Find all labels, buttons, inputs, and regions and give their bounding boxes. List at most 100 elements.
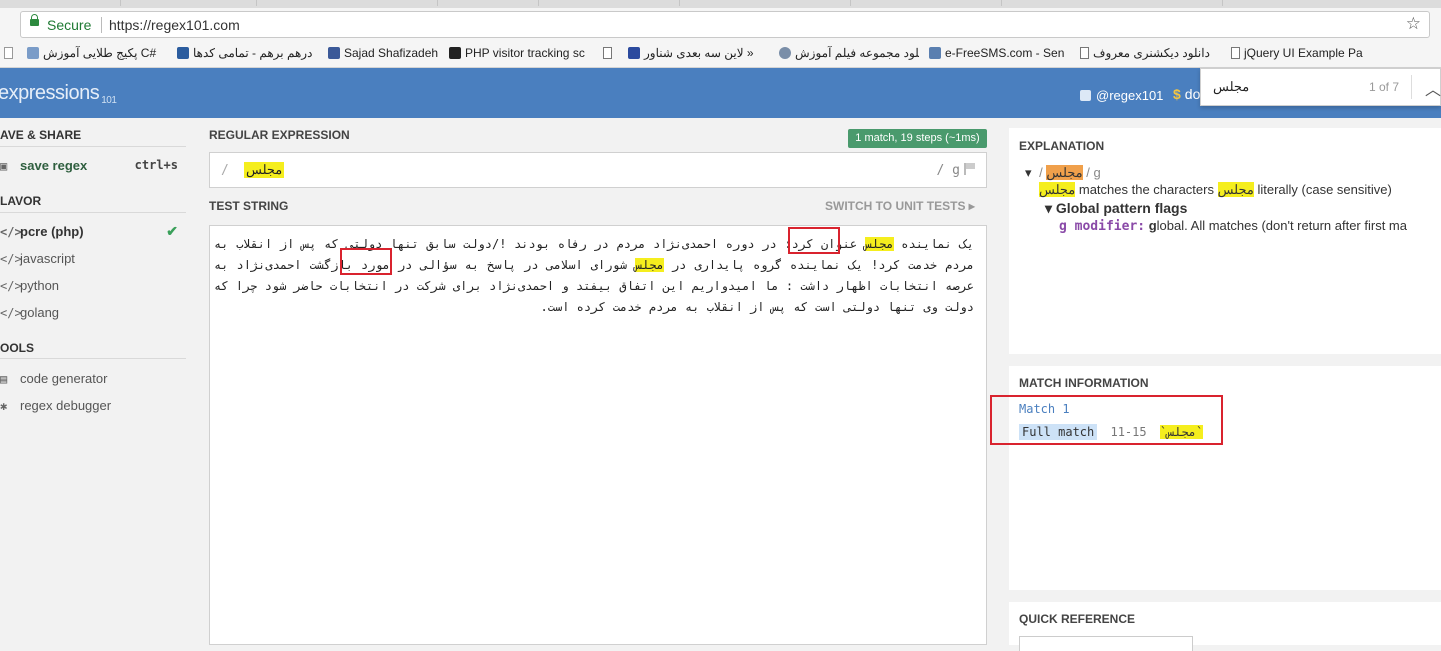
site-logo[interactable]: expressions 101 [0, 82, 117, 106]
csharp-icon [27, 47, 39, 59]
token-highlight: مجلس [1217, 182, 1254, 197]
browser-tab[interactable] [1002, 0, 1223, 6]
lock-icon [30, 14, 39, 26]
code-icon: </> [0, 225, 22, 239]
quick-reference-title: QUICK REFERENCE [1019, 612, 1136, 626]
flavor-pcre[interactable]: </>pcre (php) ✔ [0, 223, 186, 239]
bookmark-item[interactable]: لاین سه بعدی شناور » [628, 46, 768, 60]
modifier-letter: g [1148, 218, 1157, 233]
regex-section-title: REGULAR EXPRESSION [209, 128, 350, 142]
twitter-link[interactable]: @regex101 [1080, 88, 1163, 103]
bookmark-page-icon[interactable] [603, 46, 616, 60]
site-icon [177, 47, 189, 59]
caret-down-icon: ▾ [1025, 165, 1032, 180]
switch-label: SWITCH TO UNIT TESTS [825, 199, 966, 213]
bookmark-item[interactable]: e-FreeSMS.com - Sen [929, 46, 1064, 60]
bookmark-item[interactable]: پکیج طلایی آموزش C# [27, 46, 167, 60]
quick-reference-panel: QUICK REFERENCE [1009, 602, 1441, 651]
divider [0, 358, 186, 359]
regex-flags[interactable]: / g [937, 163, 960, 178]
flavor-title: LAVOR [0, 194, 42, 208]
regex-debugger-link[interactable]: ✱ regex debugger [0, 398, 186, 413]
browser-tab[interactable] [680, 0, 851, 6]
bookmark-item[interactable]: PHP visitor tracking sc [449, 46, 589, 60]
bookmark-item[interactable]: jQuery UI Example Pa [1231, 46, 1371, 60]
quick-reference-search-input[interactable] [1019, 636, 1193, 651]
tool-label: code generator [20, 371, 108, 386]
bookmark-label: Sajad Shafizadeh [344, 46, 439, 60]
apps-icon[interactable] [4, 46, 17, 60]
token-highlight: مجلس [1039, 182, 1076, 197]
flavor-golang[interactable]: </>golang [0, 305, 186, 320]
bookmark-item[interactable]: Sajad Shafizadeh [328, 46, 443, 60]
regex-value[interactable]: مجلس [244, 162, 285, 178]
browser-tab[interactable] [257, 0, 438, 6]
tools-title: OOLS [0, 341, 35, 355]
secure-label: Secure [47, 17, 92, 33]
find-bar: مجلس 1 of 7 ︿ [1200, 68, 1441, 106]
gear-site-icon [779, 47, 791, 59]
find-input[interactable]: مجلس [1213, 79, 1249, 95]
url-text[interactable]: https://regex101.com [109, 17, 240, 33]
flavor-javascript[interactable]: </>javascript [0, 251, 186, 266]
test-string-text[interactable]: یک نماینده مجلس عنوان کرد: در دوره احمدی… [214, 234, 974, 318]
literal-text: matches the characters [1078, 182, 1214, 197]
switch-unit-tests-button[interactable]: SWITCH TO UNIT TESTS ▸ [825, 199, 975, 213]
flavor-label: golang [20, 305, 60, 320]
flavor-label: python [20, 278, 60, 293]
text-segment: یک نماینده [893, 237, 974, 251]
browser-tab[interactable] [851, 0, 1002, 6]
explanation-root[interactable]: ▾ / مجلس / g [1025, 165, 1101, 181]
browser-tab[interactable] [0, 0, 121, 6]
match-highlight: مجلس [634, 258, 664, 272]
browser-tab[interactable] [539, 0, 680, 6]
twitter-icon [1080, 90, 1091, 101]
modifier-label: g modifier: [1059, 219, 1146, 234]
match-highlight: مجلس [864, 237, 894, 251]
donate-label: do [1184, 86, 1201, 102]
site-icon [628, 47, 640, 59]
bookmark-star-icon[interactable]: ☆ [1406, 14, 1421, 34]
flavor-label: pcre (php) [20, 224, 84, 239]
bug-icon: ✱ [0, 399, 8, 413]
sms-icon [929, 47, 941, 59]
flavor-label: javascript [20, 251, 75, 266]
test-string-title: TEST STRING [209, 199, 289, 213]
sidebar: AVE & SHARE ▣ save regex ctrl+s LAVOR </>… [0, 118, 197, 645]
bookmark-label: jQuery UI Example Pa [1244, 46, 1363, 60]
token-highlight: مجلس [1046, 165, 1083, 180]
explanation-panel: EXPLANATION ▾ / مجلس / g مجلس matches th… [1009, 128, 1441, 354]
find-count: 1 of 7 [1369, 80, 1400, 94]
twitter-label: @regex101 [1096, 88, 1164, 103]
match-status-badge: 1 match, 19 steps (~1ms) [848, 129, 987, 148]
code-generator-link[interactable]: ▤ code generator [0, 371, 186, 386]
dollar-icon: $ [1173, 86, 1181, 102]
annotation-box [788, 227, 840, 254]
donate-link[interactable]: $ do [1173, 86, 1200, 102]
browser-tab[interactable] [121, 0, 257, 6]
modifier-line: g modifier: global. All matches (don't r… [1059, 218, 1407, 234]
browser-tab[interactable] [438, 0, 539, 6]
flag-icon[interactable] [964, 163, 975, 175]
chevron-up-icon[interactable]: ︿ [1425, 76, 1441, 100]
bookmark-item[interactable]: دانلود مجموعه فیلم آموزش [779, 46, 919, 60]
bookmark-label: دانلود دیکشنری معروف [1093, 46, 1210, 60]
global-flags-node[interactable]: ▾ Global pattern flags [1045, 200, 1187, 217]
flags-title: Global pattern flags [1055, 200, 1188, 216]
regex-delimiter: / [221, 163, 229, 178]
bookmark-label: دانلود مجموعه فیلم آموزش [795, 46, 919, 60]
annotation-box [990, 395, 1223, 445]
save-shortcut: ctrl+s [134, 158, 178, 172]
tool-label: regex debugger [20, 398, 112, 413]
bookmarks-bar: پکیج طلایی آموزش C# درهم برهم - تمامی کد… [0, 42, 1441, 68]
regex-input[interactable]: / مجلس / g [209, 152, 987, 188]
bookmark-item[interactable]: دانلود دیکشنری معروف [1080, 46, 1220, 60]
caret-down-icon: ▾ [1045, 200, 1053, 216]
tab-strip [0, 0, 1441, 8]
save-regex-button[interactable]: ▣ save regex ctrl+s [0, 158, 186, 173]
bookmark-item[interactable]: درهم برهم - تمامی کدها [177, 46, 317, 60]
address-bar[interactable]: Secure https://regex101.com ☆ [20, 11, 1430, 38]
logo-text: expressions [0, 82, 100, 104]
test-string-input[interactable]: یک نماینده مجلس عنوان کرد: در دوره احمدی… [209, 225, 987, 645]
flavor-python[interactable]: </>python [0, 278, 186, 293]
